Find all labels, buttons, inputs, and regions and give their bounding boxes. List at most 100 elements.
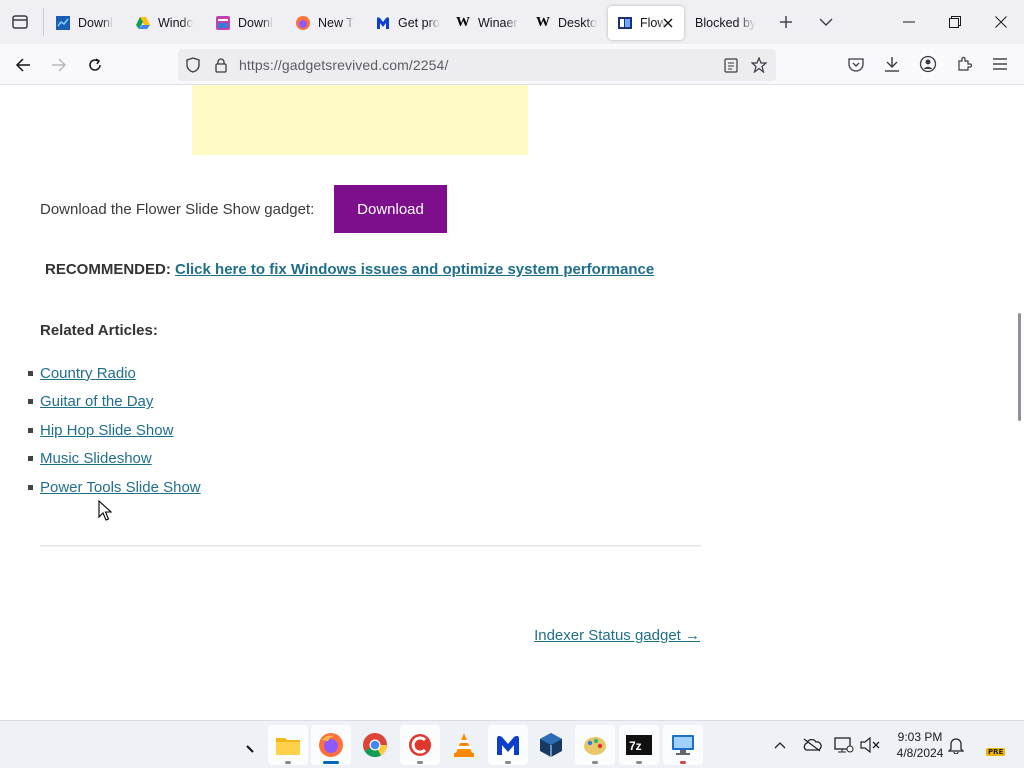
reader-view-icon	[724, 57, 738, 73]
close-icon	[663, 18, 673, 28]
notifications-button[interactable]	[944, 733, 968, 757]
forward-button[interactable]	[44, 50, 74, 80]
tab-title: Get pro	[398, 16, 440, 30]
tab-4[interactable]: New T	[286, 6, 366, 40]
onedrive-tray-button[interactable]	[800, 733, 824, 757]
cursor-shadow-icon	[244, 743, 256, 755]
tab-title: Blocked by	[695, 16, 757, 30]
related-link-music-slideshow[interactable]: Music Slideshow	[40, 450, 152, 467]
downloads-button[interactable]	[878, 50, 906, 78]
restore-button[interactable]	[938, 8, 972, 36]
svg-text:7z: 7z	[629, 739, 642, 753]
download-button[interactable]: Download	[334, 185, 447, 233]
minimize-button[interactable]	[892, 8, 926, 36]
bell-icon	[948, 738, 964, 754]
related-link-guitar-of-the-day[interactable]: Guitar of the Day	[40, 393, 153, 410]
tab-title: Windo	[158, 16, 194, 30]
7zip-icon: 7z	[626, 735, 652, 755]
close-window-button[interactable]	[984, 8, 1018, 36]
chrome-icon	[363, 733, 387, 758]
plus-icon	[780, 16, 792, 28]
tab-separator	[43, 8, 44, 36]
page-content: Download the Flower Slide Show gadget: D…	[0, 85, 1024, 720]
next-post-link[interactable]: Indexer Status gadget →	[534, 627, 700, 644]
bookmark-star-button[interactable]	[750, 56, 768, 74]
arrow-right-icon	[52, 58, 67, 72]
related-link-hip-hop-slide-show[interactable]: Hip Hop Slide Show	[40, 422, 173, 439]
account-icon	[919, 55, 937, 73]
bullet-icon	[28, 456, 33, 462]
account-button[interactable]	[914, 50, 942, 78]
new-tab-button[interactable]	[772, 8, 800, 36]
folder-icon	[276, 738, 300, 755]
arrow-left-icon	[15, 58, 30, 72]
pocket-button[interactable]	[842, 50, 870, 78]
tab-3[interactable]: Downl	[206, 6, 286, 40]
firefox-view-icon	[12, 15, 28, 29]
reload-button[interactable]	[80, 50, 110, 80]
list-all-tabs-button[interactable]	[812, 8, 840, 36]
windows-taskbar: 7z 9:03 PM 4/8/2024 PRE	[0, 720, 1024, 768]
google-drive-icon	[135, 15, 151, 31]
app-window-icon	[215, 15, 231, 31]
tab-6[interactable]: W Winaer	[446, 6, 526, 40]
taskbar-firefox[interactable]	[311, 725, 351, 765]
network-tray-button[interactable]	[832, 733, 856, 757]
preview-build-badge: PRE	[986, 748, 1006, 756]
speaker-muted-icon	[860, 737, 880, 753]
download-icon	[885, 57, 899, 72]
remote-desktop-icon	[672, 735, 694, 755]
scrollbar-thumb[interactable]	[1018, 313, 1021, 421]
related-link-power-tools-slide-show[interactable]: Power Tools Slide Show	[40, 479, 201, 496]
list-item: Country Radio	[28, 359, 201, 388]
tab-1[interactable]: Downl	[46, 6, 126, 40]
taskbar-virtualbox[interactable]	[531, 725, 571, 765]
virtualbox-icon	[540, 733, 562, 757]
extensions-button[interactable]	[950, 50, 978, 78]
running-indicator	[505, 761, 511, 764]
close-icon	[995, 16, 1007, 28]
recommended-link[interactable]: Click here to fix Windows issues and opt…	[175, 261, 654, 278]
vlc-cone-icon	[454, 733, 474, 757]
reader-view-button[interactable]	[722, 56, 740, 74]
taskbar-malwarebytes[interactable]	[488, 725, 528, 765]
back-button[interactable]	[8, 50, 38, 80]
volume-tray-button[interactable]	[858, 733, 882, 757]
bullet-icon	[28, 370, 33, 376]
list-item: Guitar of the Day	[28, 388, 201, 417]
app-menu-button[interactable]	[986, 50, 1014, 78]
tracking-protection-shield-icon[interactable]	[184, 56, 202, 74]
ad-placeholder	[192, 85, 528, 155]
taskbar-file-explorer[interactable]	[268, 725, 308, 765]
tab-9[interactable]: Blocked by	[686, 6, 766, 40]
network-icon	[834, 737, 854, 753]
bullet-icon	[28, 399, 33, 405]
taskbar-chrome[interactable]	[355, 725, 395, 765]
lock-icon[interactable]	[212, 56, 230, 74]
taskbar-7zip[interactable]: 7z	[619, 725, 659, 765]
close-tab-button[interactable]	[659, 14, 677, 32]
ccleaner-icon	[409, 734, 431, 756]
taskbar-vlc[interactable]	[444, 725, 484, 765]
list-item: Music Slideshow	[28, 445, 201, 474]
url-text[interactable]: https://gadgetsrevived.com/2254/	[239, 57, 448, 73]
minimize-icon	[903, 21, 915, 23]
reload-icon	[89, 58, 101, 71]
content-divider	[40, 545, 701, 547]
related-link-country-radio[interactable]: Country Radio	[40, 365, 136, 382]
navigation-toolbar: https://gadgetsrevived.com/2254/	[0, 44, 1024, 85]
taskbar-remote-desktop[interactable]	[663, 725, 703, 765]
tab-7[interactable]: W Deskto	[526, 6, 606, 40]
tab-8-active[interactable]: Flow	[608, 6, 684, 40]
tab-2[interactable]: Windo	[126, 6, 206, 40]
address-bar[interactable]: https://gadgetsrevived.com/2254/	[178, 49, 776, 81]
paint-palette-icon	[584, 737, 606, 755]
malwarebytes-icon	[497, 735, 519, 755]
running-indicator	[592, 761, 598, 764]
taskbar-paint-tool[interactable]	[575, 725, 615, 765]
tab-bar: Downl Windo Downl New T Get pro W Winaer…	[0, 0, 1024, 44]
taskbar-ccleaner[interactable]	[400, 725, 440, 765]
firefox-view-button[interactable]	[4, 6, 36, 38]
tab-5[interactable]: Get pro	[366, 6, 446, 40]
show-hidden-icons-button[interactable]	[768, 733, 792, 757]
